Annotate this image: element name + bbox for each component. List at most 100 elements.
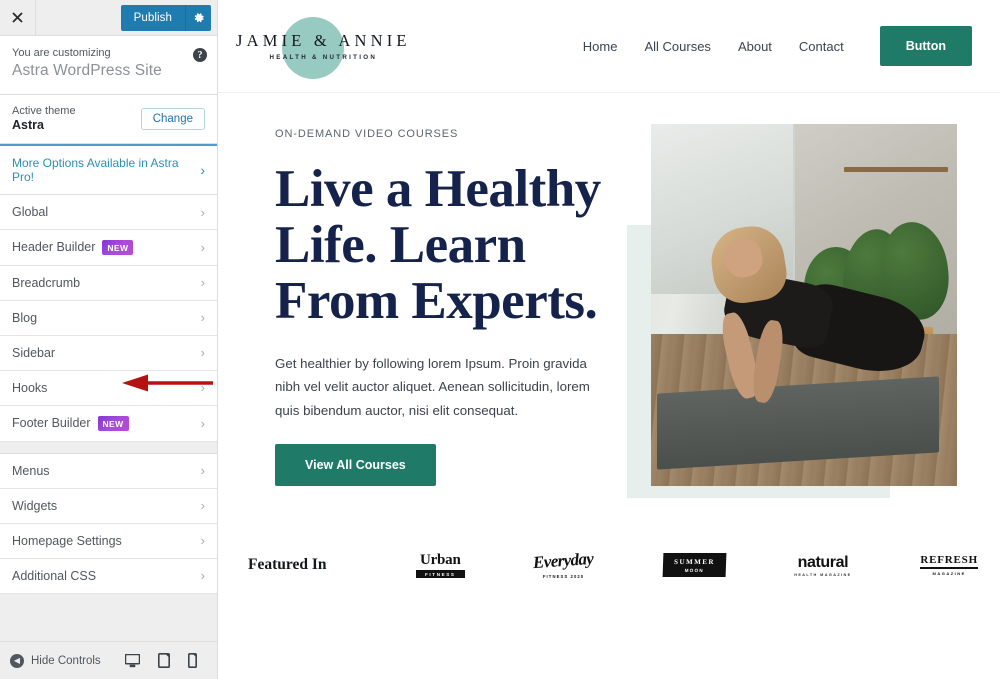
section-label: Breadcrumb xyxy=(12,275,81,290)
active-theme-name: Astra xyxy=(12,118,44,132)
sidebar-item-menus[interactable]: Menus › xyxy=(0,453,217,489)
wooden-shelf xyxy=(843,167,948,173)
sidebar-item-breadcrumb[interactable]: Breadcrumb › xyxy=(0,265,217,301)
section-list-secondary: Menus › Widgets › Homepage Settings › Ad… xyxy=(0,453,217,594)
logo-main-text: SUMMER xyxy=(673,558,715,566)
hero-section: ON-DEMAND VIDEO COURSES Live a Healthy L… xyxy=(218,93,1000,509)
new-badge: NEW xyxy=(102,240,134,255)
astra-pro-upsell[interactable]: More Options Available in Astra Pro! › xyxy=(0,144,217,195)
logo-text: JAMIE & ANNIE HEALTH & NUTRITION xyxy=(236,31,411,61)
customizer-sidebar: Publish You are customizing Astra WordPr… xyxy=(0,0,218,679)
urban-fitness-logo: Urban FITNESS xyxy=(416,552,465,579)
sidebar-item-homepage-settings[interactable]: Homepage Settings › xyxy=(0,523,217,559)
section-label: Sidebar xyxy=(12,345,56,360)
natural-logo: natural HEALTH MAGAZINE xyxy=(794,554,851,577)
chevron-right-icon: › xyxy=(200,310,205,326)
logo-main-text: natural xyxy=(797,553,849,571)
section-label: Homepage Settings xyxy=(12,533,122,548)
logo-main-text: Urban xyxy=(419,551,461,568)
customizer-sections-scroll[interactable]: More Options Available in Astra Pro! › G… xyxy=(0,144,217,641)
chevron-right-icon: › xyxy=(200,204,205,220)
hero-media xyxy=(627,124,974,509)
publish-group: Publish xyxy=(120,0,217,35)
yoga-figure xyxy=(703,222,931,410)
active-theme-label: Active theme xyxy=(12,105,76,117)
sidebar-item-additional-css[interactable]: Additional CSS › xyxy=(0,558,217,594)
chevron-right-icon: › xyxy=(200,415,205,431)
logo-main-text: REFRESH xyxy=(920,554,978,569)
hero-image xyxy=(651,124,957,486)
sidebar-item-header-builder[interactable]: Header Builder NEW › xyxy=(0,230,217,266)
chevron-right-icon: › xyxy=(200,239,205,255)
logo-name: JAMIE & ANNIE xyxy=(236,31,411,50)
sidebar-item-sidebar[interactable]: Sidebar › xyxy=(0,335,217,371)
close-icon[interactable] xyxy=(0,0,36,35)
logo-sub-text: HEALTH MAGAZINE xyxy=(794,572,852,577)
logo-main-text: Everyday xyxy=(532,548,595,573)
desktop-icon[interactable] xyxy=(125,653,140,668)
mobile-icon[interactable] xyxy=(188,653,197,668)
sidebar-item-blog[interactable]: Blog › xyxy=(0,300,217,336)
section-list-primary: Global › Header Builder NEW › Breadcrumb … xyxy=(0,195,217,442)
sidebar-item-hooks[interactable]: Hooks › xyxy=(0,370,217,406)
chevron-right-icon: › xyxy=(200,498,205,514)
hide-controls-button[interactable]: ◀ Hide Controls xyxy=(10,653,101,668)
summer-moon-logo: SUMMER MOON xyxy=(662,553,726,577)
header-cta-button[interactable]: Button xyxy=(879,26,972,66)
chevron-right-icon: › xyxy=(200,463,205,479)
chevron-right-icon: › xyxy=(200,568,205,584)
customizer-topbar: Publish xyxy=(0,0,217,36)
hero-eyebrow: ON-DEMAND VIDEO COURSES xyxy=(275,128,459,140)
hide-controls-label: Hide Controls xyxy=(31,654,101,667)
everyday-fitness-logo: Everyday FITNESS 2020 xyxy=(532,548,595,579)
new-badge: NEW xyxy=(97,416,129,431)
section-label: Widgets xyxy=(12,498,58,513)
site-logo[interactable]: JAMIE & ANNIE HEALTH & NUTRITION xyxy=(228,17,411,79)
logo-sub-text: MOON xyxy=(684,568,704,573)
section-label: Global xyxy=(12,205,49,219)
customizer-app: Publish You are customizing Astra WordPr… xyxy=(0,0,1000,679)
view-all-courses-button[interactable]: View All Courses xyxy=(275,444,436,487)
refresh-magazine-logo: REFRESH MAGAZINE xyxy=(920,554,978,577)
gear-icon[interactable] xyxy=(185,4,211,31)
site-header: JAMIE & ANNIE HEALTH & NUTRITION Home Al… xyxy=(218,0,1000,93)
collapse-arrow-icon: ◀ xyxy=(10,653,24,668)
sidebar-item-global[interactable]: Global › xyxy=(0,195,217,230)
sidebar-item-widgets[interactable]: Widgets › xyxy=(0,488,217,524)
help-icon[interactable]: ? xyxy=(193,48,207,62)
chevron-right-icon: › xyxy=(200,275,205,291)
chevron-right-icon: › xyxy=(200,380,205,396)
section-label: Blog xyxy=(12,310,38,325)
customizer-footer: ◀ Hide Controls xyxy=(0,641,217,679)
logo-tagline: HEALTH & NUTRITION xyxy=(269,54,378,61)
featured-in-section: Featured In Urban FITNESS Everyday FITNE… xyxy=(218,509,1000,579)
section-group-divider xyxy=(0,441,217,454)
nav-item-contact[interactable]: Contact xyxy=(799,39,844,54)
section-label: Header Builder NEW xyxy=(12,240,195,255)
site-preview-frame[interactable]: JAMIE & ANNIE HEALTH & NUTRITION Home Al… xyxy=(218,0,1000,679)
customizer-header: You are customizing Astra WordPress Site… xyxy=(0,36,217,95)
nav-item-about[interactable]: About xyxy=(738,39,772,54)
logo-sub-text: MAGAZINE xyxy=(932,571,966,577)
publish-button[interactable]: Publish xyxy=(120,4,185,31)
featured-in-label: Featured In xyxy=(248,556,327,573)
section-label: Additional CSS xyxy=(12,568,97,583)
change-theme-button[interactable]: Change xyxy=(140,107,205,130)
logo-sub-text: FITNESS 2020 xyxy=(542,574,585,579)
nav-item-home[interactable]: Home xyxy=(583,39,618,54)
section-label: Hooks xyxy=(12,380,48,395)
logo-sub-text: FITNESS xyxy=(416,569,465,579)
section-label: Menus xyxy=(12,463,50,478)
device-preview-switcher xyxy=(125,653,207,668)
tablet-icon[interactable] xyxy=(158,653,170,668)
section-label: Footer Builder NEW xyxy=(12,416,195,431)
hero-image-backdrop xyxy=(651,124,957,486)
hero-content: ON-DEMAND VIDEO COURSES Live a Healthy L… xyxy=(275,124,627,509)
nav-item-all-courses[interactable]: All Courses xyxy=(644,39,710,54)
site-title: Astra WordPress Site xyxy=(12,62,162,79)
hero-title: Live a Healthy Life. Learn From Experts. xyxy=(275,160,601,331)
sidebar-item-footer-builder[interactable]: Footer Builder NEW › xyxy=(0,405,217,442)
customizing-label: You are customizing xyxy=(12,47,111,59)
featured-logo-row: Urban FITNESS Everyday FITNESS 2020 SUMM… xyxy=(416,548,978,579)
